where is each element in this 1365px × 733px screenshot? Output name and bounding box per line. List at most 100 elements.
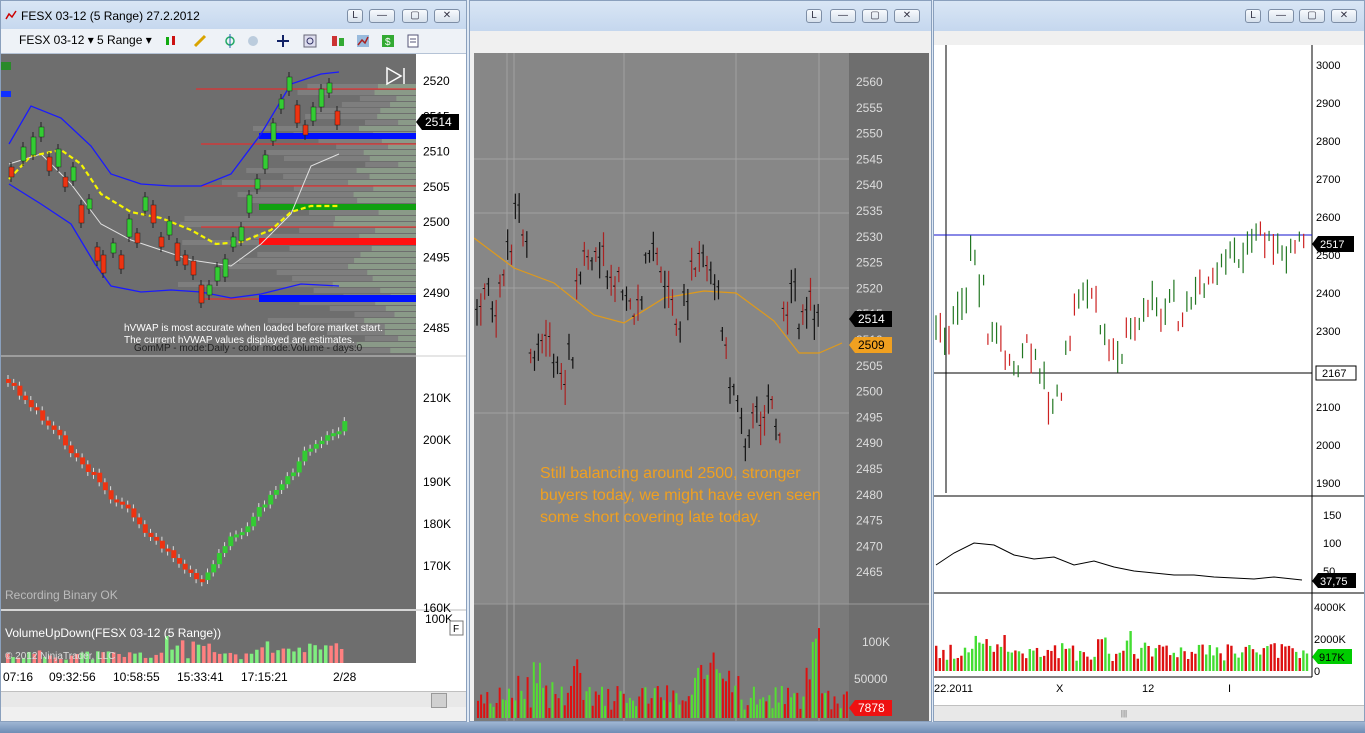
title-bar[interactable]: FESX 03-12 (5 Range) 27.2.2012 L — ▢ ✕: [1, 1, 466, 31]
volume-bar: [548, 707, 551, 718]
volume-bar: [805, 667, 808, 718]
pencil-icon[interactable]: [193, 34, 207, 48]
title-bar-2[interactable]: L — ▢ ✕: [470, 1, 931, 31]
volume-bar: [687, 696, 690, 718]
volume-bar: [501, 699, 504, 718]
volume-bar: [681, 700, 684, 718]
volume-bar: [591, 705, 594, 718]
oscillator-marker: 37,75: [1312, 573, 1356, 588]
volume-bar: [718, 672, 721, 718]
volume-bar: [967, 652, 970, 671]
axis-label: 2545: [856, 152, 883, 166]
chart-area-2[interactable]: 2560255525502545254025352530252525202515…: [474, 53, 929, 721]
close-button[interactable]: ✕: [434, 9, 460, 23]
minimize-button[interactable]: —: [369, 9, 395, 23]
chart-area[interactable]: hVWAP is most accurate when loaded befor…: [1, 54, 466, 691]
volume-bar: [1280, 644, 1283, 671]
delta-bar: [199, 579, 205, 583]
indicators-icon[interactable]: [331, 34, 345, 48]
volume-bar: [811, 641, 814, 718]
link-button[interactable]: L: [1245, 9, 1261, 23]
properties-icon[interactable]: [406, 34, 420, 48]
period-selector[interactable]: 5 Range ▾: [97, 33, 152, 47]
volume-bar: [318, 649, 323, 663]
volume-bar: [1100, 639, 1103, 671]
volume-bar: [1010, 652, 1013, 671]
date-label: 12: [1142, 683, 1154, 695]
candle-body: [318, 88, 325, 108]
volume-bar: [632, 700, 634, 718]
close-button[interactable]: ✕: [1331, 9, 1357, 23]
volume-bar: [165, 636, 169, 663]
profile-row-value: [348, 180, 416, 185]
link-button[interactable]: L: [806, 9, 822, 23]
volume-bar: [659, 697, 662, 718]
horizontal-scrollbar-3[interactable]: |||: [934, 705, 1364, 721]
volume-bar: [1201, 644, 1204, 671]
volume-bar: [1050, 650, 1053, 671]
delta-bar: [125, 504, 131, 509]
candle-body: [278, 98, 285, 110]
profile-row-value: [358, 126, 416, 131]
bar-type-icon[interactable]: [164, 34, 178, 48]
volume-bar: [759, 699, 762, 718]
axis-label: 2480: [856, 488, 883, 502]
horizontal-scrollbar[interactable]: [1, 691, 466, 708]
chart-area-3[interactable]: 3000290028002700260025002400230022002100…: [934, 45, 1365, 705]
snap-icon[interactable]: [246, 34, 260, 48]
volume-bar: [675, 693, 678, 718]
axis-label: 2555: [856, 101, 883, 115]
volume-bar: [520, 690, 523, 718]
delta-bar: [108, 490, 114, 500]
copyright-label: © 2012 NinjaTrader, LLC: [5, 651, 115, 662]
maximize-button[interactable]: ▢: [862, 9, 888, 23]
link-button[interactable]: L: [347, 9, 363, 23]
axis-label: 2530: [856, 230, 883, 244]
price-marker: 2517: [1312, 236, 1354, 252]
volume-bar: [818, 628, 820, 718]
chart-window-2: L — ▢ ✕ 2560 2555 2550 2545 2540 2535 2530 2525…: [469, 0, 932, 722]
volume-bar: [839, 708, 842, 718]
volume-bar: [495, 702, 498, 718]
maximize-button[interactable]: ▢: [1299, 9, 1325, 23]
crosshair-icon[interactable]: [223, 34, 237, 48]
volume-bar: [576, 659, 579, 718]
profile-row-value: [371, 246, 416, 251]
magnifier-icon[interactable]: [303, 34, 317, 48]
axis-label: 170K: [423, 559, 451, 573]
candle-body: [190, 260, 197, 276]
zoom-icon[interactable]: [276, 34, 290, 48]
delta-bar: [273, 489, 279, 495]
volume-bar: [992, 651, 995, 671]
volume-bar: [1147, 645, 1150, 671]
minimize-button[interactable]: —: [830, 9, 856, 23]
minimize-button[interactable]: —: [1268, 9, 1294, 23]
profile-row-value: [384, 324, 416, 329]
profile-row-value: [367, 270, 416, 275]
dollar-icon[interactable]: $: [381, 34, 395, 48]
volume-bar: [1266, 646, 1269, 671]
axis-label: 150: [1323, 510, 1341, 522]
axis-label: 2485: [856, 462, 883, 476]
maximize-button[interactable]: ▢: [402, 9, 428, 23]
volume-bar: [783, 704, 786, 718]
delta-bar: [251, 516, 257, 527]
volume-bar: [532, 662, 535, 718]
axis-label: 2505: [856, 359, 883, 373]
profile-row-value: [332, 282, 416, 287]
close-button[interactable]: ✕: [894, 9, 920, 23]
profile-row-value: [373, 186, 416, 191]
volume-bar: [601, 686, 603, 718]
volume-bar: [175, 645, 180, 663]
volume-bar: [802, 696, 805, 718]
volume-bar: [1165, 645, 1168, 671]
delta-bar: [57, 429, 63, 436]
instrument-selector[interactable]: FESX 03-12 ▾: [19, 33, 94, 47]
volume-bar: [1212, 655, 1215, 671]
title-bar-3[interactable]: L — ▢ ✕: [934, 1, 1364, 31]
delta-bar: [319, 440, 325, 445]
volume-bar: [971, 648, 974, 671]
time-label: 10:58:55: [113, 670, 160, 684]
strategies-icon[interactable]: [356, 34, 370, 48]
volume-bar: [1125, 640, 1129, 671]
